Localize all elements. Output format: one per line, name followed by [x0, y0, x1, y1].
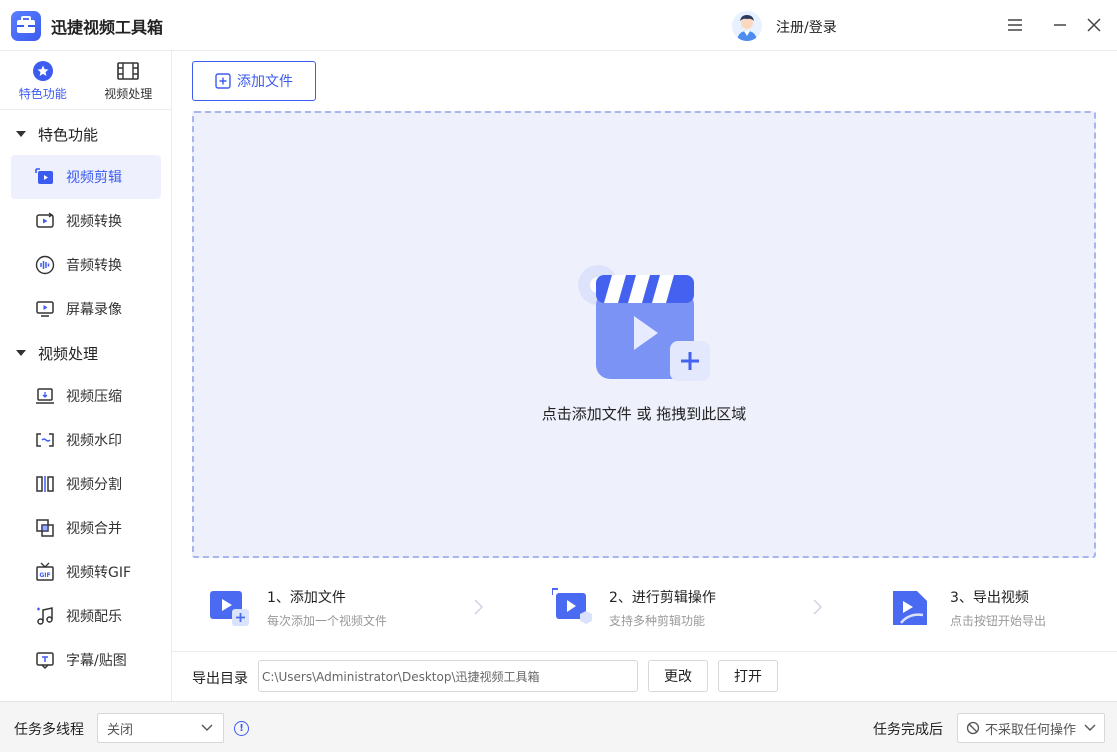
minimize-icon[interactable]: [1049, 14, 1071, 36]
step-add-file-icon: [210, 591, 249, 626]
sidebar-item-label: 视频转GIF: [66, 565, 132, 581]
clapperboard-add-icon: [574, 261, 714, 386]
multithread-select[interactable]: 关闭: [97, 713, 224, 743]
triangle-down-icon: [16, 131, 26, 137]
subtitle-icon: [35, 650, 55, 670]
tab-video-processing[interactable]: 视频处理: [86, 51, 172, 110]
app-title: 迅捷视频工具箱: [51, 18, 164, 37]
group-video-processing[interactable]: 视频处理: [0, 331, 171, 375]
user-avatar-icon[interactable]: [732, 11, 762, 41]
sidebar-item-label: 视频配乐: [66, 609, 122, 625]
step-title: 1、添加文件: [267, 590, 346, 606]
music-note-icon: [35, 606, 55, 626]
sidebar-item-gif[interactable]: GIF 视频转GIF: [11, 550, 161, 594]
chevron-right-icon: [813, 599, 823, 615]
group-features[interactable]: 特色功能: [0, 112, 171, 156]
sidebar-item-label: 音频转换: [66, 258, 122, 274]
sidebar-item-screen-record[interactable]: 屏幕录像: [11, 287, 161, 331]
prohibit-icon: [966, 721, 980, 735]
open-dir-button[interactable]: 打开: [718, 660, 778, 692]
close-icon[interactable]: [1083, 14, 1105, 36]
info-icon[interactable]: !: [234, 721, 249, 736]
step-export-icon: [893, 591, 927, 625]
after-task-select[interactable]: 不采取任何操作: [957, 713, 1105, 743]
sidebar: 特色功能 视频处理 特色功能 视频剪辑 视频转换 音频转换 屏幕录像 视频处理 …: [0, 51, 172, 701]
film-icon: [117, 60, 140, 82]
screen-record-icon: [35, 299, 55, 319]
step-desc: 每次添加一个视频文件: [267, 614, 388, 628]
sidebar-item-audio-convert[interactable]: 音频转换: [11, 243, 161, 287]
sidebar-tabs: 特色功能 视频处理: [0, 51, 171, 110]
video-edit-icon: [35, 167, 55, 187]
watermark-icon: [35, 430, 55, 450]
video-convert-icon: [35, 211, 55, 231]
step-export: 3、导出视频 点击按钮开始导出: [875, 581, 1117, 631]
multithread-value: 关闭: [107, 722, 134, 738]
sidebar-item-subtitle[interactable]: 字幕/贴图: [11, 638, 161, 682]
merge-icon: [35, 518, 55, 538]
menu-icon[interactable]: [1004, 14, 1026, 36]
step-title: 3、导出视频: [950, 590, 1029, 606]
main-panel: 添加文件 点击添加文件 或 拖拽到此区域 1、添加文件 每次添加一个视频文件 2…: [172, 51, 1117, 701]
sidebar-item-compress[interactable]: 视频压缩: [11, 374, 161, 418]
sidebar-item-video-edit[interactable]: 视频剪辑: [11, 155, 161, 199]
sidebar-item-watermark[interactable]: 视频水印: [11, 418, 161, 462]
chevron-down-icon: [1084, 724, 1096, 731]
sidebar-item-label: 视频水印: [66, 433, 122, 449]
step-add-file: 1、添加文件 每次添加一个视频文件: [192, 581, 492, 631]
sidebar-item-label: 字幕/贴图: [66, 653, 127, 669]
step-title: 2、进行剪辑操作: [609, 590, 716, 606]
svg-text:GIF: GIF: [39, 572, 50, 579]
add-file-label: 添加文件: [237, 74, 293, 90]
group-features-label: 特色功能: [38, 125, 99, 144]
add-file-icon: [215, 73, 231, 89]
export-dir-label: 导出目录: [192, 671, 248, 687]
steps-guide: 1、添加文件 每次添加一个视频文件 2、进行剪辑操作 支持多种剪辑功能 3、导出…: [192, 573, 1096, 643]
step-desc: 点击按钮开始导出: [950, 614, 1047, 628]
sidebar-item-music[interactable]: 视频配乐: [11, 594, 161, 638]
audio-wave-icon: [35, 255, 55, 275]
tab-video-processing-label: 视频处理: [104, 86, 153, 101]
sidebar-item-label: 视频转换: [66, 214, 122, 230]
login-link[interactable]: 注册/登录: [776, 17, 837, 37]
drop-hint-text: 点击添加文件 或 拖拽到此区域: [541, 405, 747, 423]
step-desc: 支持多种剪辑功能: [609, 614, 706, 628]
add-file-button[interactable]: 添加文件: [192, 61, 316, 101]
sidebar-item-label: 视频分割: [66, 477, 122, 493]
sidebar-item-label: 视频合并: [66, 521, 122, 537]
sidebar-item-label: 视频剪辑: [66, 170, 122, 186]
chevron-right-icon: [474, 599, 484, 615]
title-bar: 迅捷视频工具箱 注册/登录: [0, 0, 1117, 51]
tab-features[interactable]: 特色功能: [0, 51, 86, 110]
triangle-down-icon: [16, 350, 26, 356]
after-task-value: 不采取任何操作: [985, 722, 1077, 738]
change-dir-button[interactable]: 更改: [648, 660, 708, 692]
bottom-bar: 任务多线程 关闭 ! 任务完成后 不采取任何操作: [0, 701, 1117, 752]
export-path-input[interactable]: [258, 660, 638, 692]
sidebar-item-label: 屏幕录像: [66, 302, 122, 318]
step-edit-icon: [552, 588, 592, 624]
multithread-label: 任务多线程: [14, 722, 84, 738]
export-row: 导出目录 更改 打开: [172, 651, 1117, 701]
group-video-processing-label: 视频处理: [38, 344, 99, 363]
sidebar-item-video-convert[interactable]: 视频转换: [11, 199, 161, 243]
sidebar-item-label: 视频压缩: [66, 389, 122, 405]
chevron-down-icon: [201, 724, 213, 731]
after-task-label: 任务完成后: [873, 722, 943, 738]
step-edit: 2、进行剪辑操作 支持多种剪辑功能: [534, 581, 834, 631]
tab-features-label: 特色功能: [18, 86, 67, 101]
compress-icon: [35, 386, 55, 406]
drop-zone[interactable]: 点击添加文件 或 拖拽到此区域: [192, 111, 1096, 558]
gif-icon: GIF: [35, 562, 55, 582]
split-icon: [35, 474, 55, 494]
star-circle-icon: [32, 60, 54, 82]
sidebar-item-merge[interactable]: 视频合并: [11, 506, 161, 550]
sidebar-item-split[interactable]: 视频分割: [11, 462, 161, 506]
toolbox-logo-icon: [11, 11, 41, 41]
